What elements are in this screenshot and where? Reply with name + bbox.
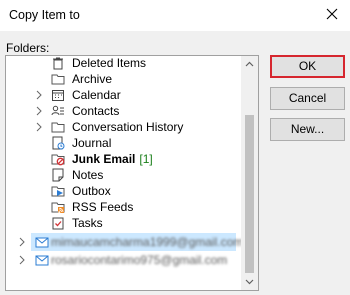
close-icon[interactable]: [324, 6, 340, 22]
calendar-icon: [52, 90, 64, 101]
tree-item-label: Calendar: [72, 88, 121, 102]
chevron-right-icon[interactable]: [18, 255, 26, 265]
account-email: mimaucamcharma1999@gmail.com: [51, 235, 244, 249]
title-bar: Copy Item to: [0, 0, 350, 31]
tree-item-deleted-items[interactable]: Deleted Items: [6, 56, 242, 71]
tree-item-junk-email[interactable]: Junk Email [1]: [6, 151, 242, 167]
contacts-icon: [51, 105, 64, 116]
chevron-right-icon[interactable]: [35, 106, 43, 116]
tree-item-label: Deleted Items: [72, 56, 147, 70]
scroll-down-arrow-icon[interactable]: [241, 273, 258, 290]
tree-item-rss-feeds[interactable]: RSS Feeds: [6, 199, 242, 215]
folders-label: Folders:: [6, 41, 50, 55]
folder-icon: [51, 122, 65, 133]
junk-email-icon: [51, 154, 65, 166]
journal-icon: [52, 136, 65, 150]
chevron-right-icon[interactable]: [35, 122, 43, 132]
tree-item-label: Archive: [72, 72, 113, 86]
tree-item-label: Notes: [72, 168, 104, 182]
unread-count-badge: [1]: [139, 152, 153, 166]
tree-item-notes[interactable]: Notes: [6, 167, 242, 183]
tree-item-journal[interactable]: Journal: [6, 135, 242, 151]
tasks-icon: [52, 217, 64, 230]
trash-icon: [53, 57, 63, 70]
account-email: rosariocontarimo975@gmail.com: [51, 253, 228, 267]
tree-item-label: Conversation History: [72, 120, 184, 134]
tree-item-calendar[interactable]: Calendar: [6, 87, 242, 103]
chevron-right-icon[interactable]: [18, 237, 26, 247]
scrollbar-thumb[interactable]: [245, 115, 254, 273]
tree-item-conversation-history[interactable]: Conversation History: [6, 119, 242, 135]
chevron-right-icon[interactable]: [35, 90, 43, 100]
tree-item-tasks[interactable]: Tasks: [6, 215, 242, 231]
tree-item-label: Journal: [72, 136, 112, 150]
tree-item-outbox[interactable]: Outbox: [6, 183, 242, 199]
notes-icon: [52, 168, 64, 182]
folder-icon: [51, 74, 65, 85]
tree-item-account-2[interactable]: rosariocontarimo975@gmail.com: [31, 251, 236, 269]
ok-button[interactable]: OK: [270, 55, 345, 78]
junk-email-label: Junk Email: [72, 152, 136, 166]
tree-item-label: mimaucamcharma1999@gmail.com: [51, 234, 243, 250]
tree-scrollbar[interactable]: [241, 56, 258, 290]
cancel-button[interactable]: Cancel: [270, 87, 345, 110]
new-folder-button[interactable]: New...: [270, 118, 345, 141]
tree-item-label: Junk Email [1]: [72, 151, 153, 167]
rss-icon: [51, 202, 65, 214]
tree-item-account-1[interactable]: mimaucamcharma1999@gmail.com: [31, 233, 243, 251]
window-title: Copy Item to: [9, 8, 80, 22]
scroll-up-arrow-icon[interactable]: [241, 56, 258, 73]
tree-item-label: Outbox: [72, 184, 111, 198]
mailbox-icon: [35, 255, 49, 266]
tree-item-label: Tasks: [72, 216, 103, 230]
outbox-icon: [51, 186, 65, 197]
tree-item-label: Contacts: [72, 104, 120, 118]
tree-item-archive[interactable]: Archive: [6, 71, 242, 87]
tree-item-label: RSS Feeds: [72, 200, 134, 214]
dialog-body: Folders: Deleted Items Archive Calendar: [0, 31, 350, 295]
tree-item-contacts[interactable]: Contacts: [6, 103, 242, 119]
folder-tree[interactable]: Deleted Items Archive Calendar Contacts …: [5, 55, 259, 291]
tree-item-label: rosariocontarimo975@gmail.com: [51, 252, 227, 268]
mailbox-icon: [35, 237, 49, 248]
